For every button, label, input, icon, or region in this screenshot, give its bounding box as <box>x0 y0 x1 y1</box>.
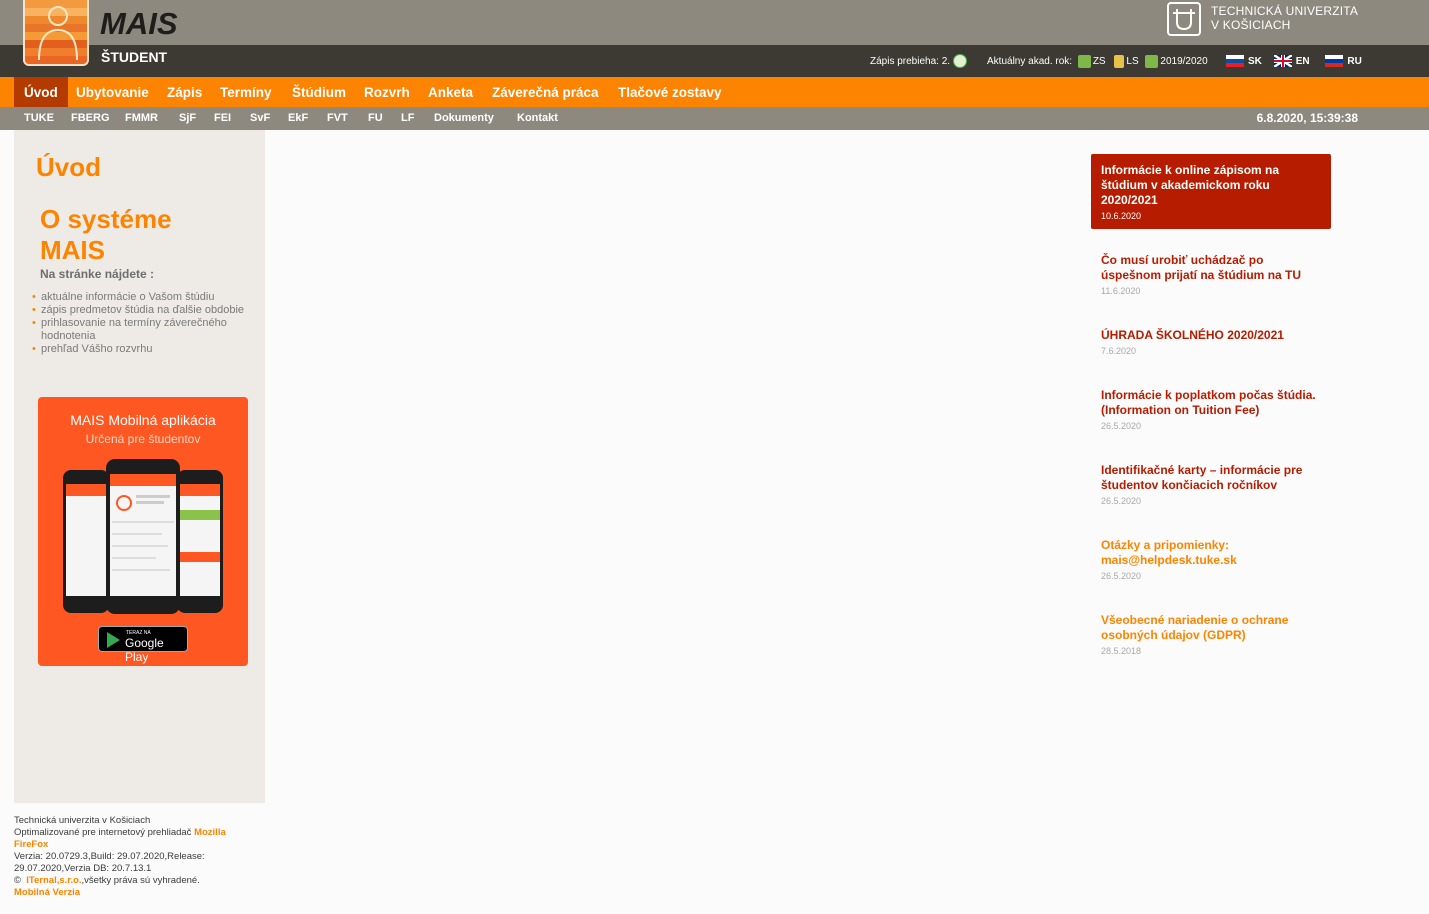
find-label: Na stránke nájdete : <box>40 267 155 281</box>
subnav-fvt[interactable]: FVT <box>327 107 348 130</box>
subnav-fberg[interactable]: FBERG <box>71 107 110 130</box>
flag-ru-icon[interactable] <box>1325 55 1344 68</box>
subnav-fei[interactable]: FEI <box>214 107 231 130</box>
subnav-tuke[interactable]: TUKE <box>24 107 54 130</box>
subnav-sjf[interactable]: SjF <box>179 107 196 130</box>
university-name: TECHNICKÁ UNIVERZITA V KOŠICIACH <box>1211 4 1359 32</box>
semester-winter[interactable]: ZS <box>1093 56 1106 67</box>
news-date: 26.5.2020 <box>1101 571 1142 581</box>
academic-year-status: Aktuálny akad. rok: ZS LS 2019/2020 <box>987 52 1208 72</box>
nav-ubytovanie[interactable]: Ubytovanie <box>66 77 159 107</box>
news-item[interactable]: ÚHRADA ŠKOLNÉHO 2020/2021 7.6.2020 <box>1091 319 1331 364</box>
nav-zapis[interactable]: Zápis <box>157 77 212 107</box>
google-play-button[interactable]: TERAZ NA Google Play <box>98 626 188 664</box>
news-date: 26.5.2020 <box>1101 496 1142 506</box>
google-play-icon <box>107 632 120 648</box>
header: MAIS ŠTUDENT TECHNICKÁ UNIVERZITA V KOŠI… <box>0 0 1429 77</box>
nav-rozvrh[interactable]: Rozvrh <box>354 77 420 107</box>
footer-copyright: © ITernal,s.r.o.,všetky práva sú vyhrade… <box>14 875 200 886</box>
about-title: O systéme MAIS <box>40 204 172 265</box>
footer-university: Technická univerzita v Košiciach <box>14 815 151 826</box>
company-link[interactable]: ITernal,s.r.o. <box>26 875 81 886</box>
mobile-app-promo: MAIS Mobilná aplikácia Určená pre študen… <box>38 397 248 666</box>
gplay-label: Google Play <box>125 636 164 664</box>
mobile-version-link[interactable]: Mobilná Verzia <box>14 887 254 899</box>
news-title[interactable]: Otázky a pripomienky: mais@helpdesk.tuke… <box>1101 538 1321 568</box>
lang-ru[interactable]: RU <box>1347 56 1361 67</box>
subnav-ekf[interactable]: EkF <box>288 107 308 130</box>
enrollment-status: Zápis prebieha: 2. <box>870 52 969 72</box>
mais-logo-icon[interactable] <box>23 0 89 66</box>
list-item: aktuálne informácie o Vašom štúdiu <box>32 291 247 304</box>
news-date: 26.5.2020 <box>1101 421 1142 431</box>
flag-en-icon[interactable] <box>1273 55 1292 68</box>
language-switcher: SK EN RU <box>1226 52 1362 72</box>
phone-right-image <box>177 470 223 613</box>
nav-studium[interactable]: Štúdium <box>282 77 356 107</box>
footer: Technická univerzita v Košiciach Optimal… <box>14 815 254 899</box>
left-panel: Úvod O systéme MAIS Na stránke nájdete :… <box>14 130 265 803</box>
nav-zaverecna-praca[interactable]: Záverečná práca <box>482 77 609 107</box>
news-date: 28.5.2018 <box>1101 646 1142 656</box>
semester-summer[interactable]: LS <box>1126 56 1138 67</box>
main-nav: Úvod Ubytovanie Zápis Termíny Štúdium Ro… <box>0 77 1429 107</box>
nav-tlacove-zostavy[interactable]: Tlačové zostavy <box>608 77 732 107</box>
news-title[interactable]: Čo musí urobiť uchádzač po úspešnom prij… <box>1101 253 1321 283</box>
news-list: Informácie k online zápisom na štúdium v… <box>1091 154 1331 679</box>
flag-sk-icon[interactable] <box>1226 55 1244 68</box>
news-item[interactable]: Čo musí urobiť uchádzač po úspešnom prij… <box>1091 244 1331 304</box>
news-title[interactable]: ÚHRADA ŠKOLNÉHO 2020/2021 <box>1101 328 1321 343</box>
mobile-app-title: MAIS Mobilná aplikácia <box>70 412 216 428</box>
phone-left-image <box>63 470 109 613</box>
mobile-app-subtitle: Určená pre študentov <box>85 432 201 446</box>
subnav-dokumenty[interactable]: Dokumenty <box>434 107 494 130</box>
app-title: MAIS <box>100 6 178 41</box>
nav-terminy[interactable]: Termíny <box>210 77 282 107</box>
lang-en[interactable]: EN <box>1296 56 1310 67</box>
list-item: prehľad Vášho rozvrhu <box>32 343 247 356</box>
list-item: zápis predmetov štúdia na ďalšie obdobie <box>32 304 247 317</box>
page-title: Úvod <box>36 152 101 182</box>
academic-year-value[interactable]: 2019/2020 <box>1160 56 1207 67</box>
university-logo-icon <box>1167 2 1201 36</box>
news-date: 11.6.2020 <box>1101 286 1141 296</box>
academic-year-label: Aktuálny akad. rok: <box>987 56 1073 67</box>
subnav-fu[interactable]: FU <box>368 107 383 130</box>
news-item[interactable]: Informácie k poplatkom počas štúdia. (In… <box>1091 379 1331 439</box>
enrollment-help-icon[interactable] <box>952 54 967 69</box>
news-date: 10.6.2020 <box>1101 211 1142 221</box>
header-status-bar <box>0 45 1429 77</box>
winter-semester-icon[interactable] <box>1077 54 1091 68</box>
footer-browser-note: Optimalizované pre internetový prehliada… <box>14 827 226 850</box>
news-title[interactable]: Identifikačné karty – informácie pre štu… <box>1101 463 1321 493</box>
news-item[interactable]: Všeobecné nariadenie o ochrane osobných … <box>1091 604 1331 664</box>
subnav-kontakt[interactable]: Kontakt <box>517 107 558 130</box>
feature-list: aktuálne informácie o Vašom štúdiu zápis… <box>32 291 247 356</box>
subnav-svf[interactable]: SvF <box>250 107 270 130</box>
news-title[interactable]: Informácie k online zápisom na štúdium v… <box>1101 163 1321 208</box>
news-title[interactable]: Informácie k poplatkom počas štúdia. (In… <box>1101 388 1321 418</box>
news-item[interactable]: Otázky a pripomienky: mais@helpdesk.tuke… <box>1091 529 1331 589</box>
phone-center-image <box>106 459 180 614</box>
enrollment-label: Zápis prebieha: 2. <box>870 56 951 67</box>
news-title[interactable]: Všeobecné nariadenie o ochrane osobných … <box>1101 613 1321 643</box>
nav-anketa[interactable]: Anketa <box>418 77 483 107</box>
summer-semester-icon[interactable] <box>1114 54 1125 68</box>
lang-sk[interactable]: SK <box>1248 56 1262 67</box>
academic-year-icon[interactable] <box>1145 54 1159 68</box>
current-datetime: 6.8.2020, 15:39:38 <box>1256 111 1358 125</box>
subnav-fmmr[interactable]: FMMR <box>125 107 158 130</box>
list-item: prihlasovanie na termíny záverečného hod… <box>32 317 247 343</box>
nav-uvod[interactable]: Úvod <box>14 77 68 107</box>
news-item[interactable]: Identifikačné karty – informácie pre štu… <box>1091 454 1331 514</box>
subnav-lf[interactable]: LF <box>401 107 414 130</box>
footer-version: Verzia: 20.0729.3,Build: 29.07.2020,Rele… <box>14 851 205 874</box>
app-subtitle: ŠTUDENT <box>101 49 168 65</box>
faculty-nav: TUKE FBERG FMMR SjF FEI SvF EkF FVT FU L… <box>0 107 1429 130</box>
news-item-featured[interactable]: Informácie k online zápisom na štúdium v… <box>1091 154 1331 229</box>
news-date: 7.6.2020 <box>1101 346 1137 356</box>
